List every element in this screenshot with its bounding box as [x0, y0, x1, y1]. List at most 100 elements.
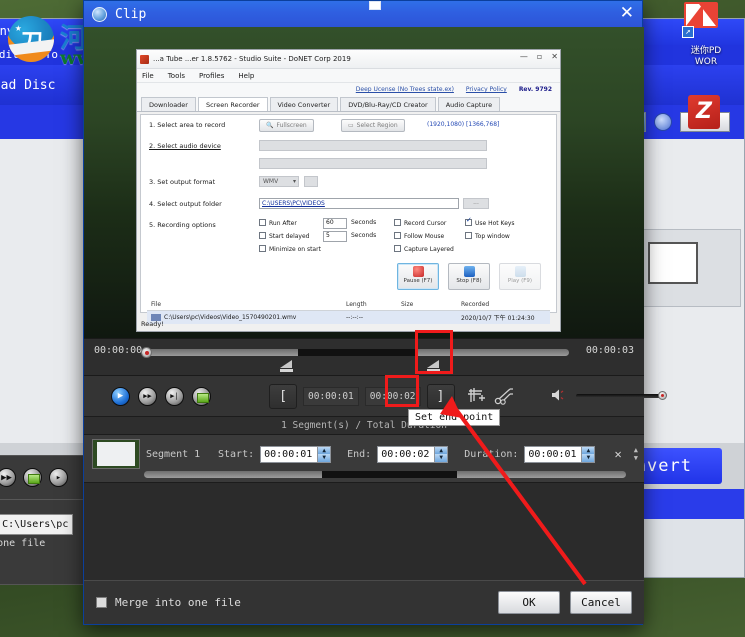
screen-dimensions-label: (1920,1080) [1366,768] — [427, 121, 500, 128]
desktop-icon-gmail[interactable]: ↗ — [666, 2, 736, 38]
set-end-point-button[interactable]: ] — [426, 383, 455, 409]
cancel-button[interactable]: Cancel — [570, 591, 632, 614]
restore-marker-icon — [369, 1, 381, 10]
next-frame-icon[interactable]: ▸ — [49, 468, 68, 487]
segment-range-fill — [322, 471, 458, 478]
tab-dvd-creator: DVD/Blu-Ray/CD Creator — [340, 97, 436, 111]
segment-thumbnail — [92, 439, 140, 469]
location-path[interactable]: C:\Users\pc — [0, 514, 74, 535]
segment-start-input[interactable] — [261, 446, 318, 462]
volume-slider[interactable] — [575, 391, 667, 400]
recorded-app-icon — [140, 54, 149, 64]
segment-name: Segment 1 — [146, 448, 201, 460]
list-item[interactable]: Segment 1 Start: ▲▼ End: ▲▼ Duration: ▲▼… — [84, 435, 644, 469]
stepper-down-icon: ▼ — [435, 454, 448, 462]
video-preview[interactable]: ...a Tube ...er 1.8.5762 - Studio Suite … — [84, 27, 644, 338]
desktop-icons: ↗ 迷你PD WOR Z — [630, 0, 745, 300]
file-list-header: File Length Size Recorded — [147, 299, 550, 311]
column-recorded: Recorded — [461, 301, 490, 308]
segment-list[interactable]: Segment 1 Start: ▲▼ End: ▲▼ Duration: ▲▼… — [84, 435, 644, 483]
clip-dialog[interactable]: Clip ✕ ...a Tube ...er 1.8.5762 - Studio… — [83, 0, 667, 625]
maximize-icon: ▫ — [536, 52, 543, 61]
recorded-app-titlebar: ...a Tube ...er 1.8.5762 - Studio Suite … — [137, 50, 560, 69]
option-capture-layered: Capture Layered — [394, 245, 454, 253]
recorded-app-body: 1. Select area to record 🔍 Fullscreen ▭ … — [140, 114, 557, 324]
fast-forward-icon[interactable]: ▶▶ — [0, 468, 16, 487]
snapshot-icon[interactable] — [192, 386, 211, 406]
volume-controls[interactable] — [551, 387, 667, 406]
recorded-app-status: Ready! — [141, 320, 164, 328]
stepper-arrows[interactable]: ▲ ▼ — [434, 446, 448, 462]
fast-forward-icon[interactable]: ▶▶ — [138, 386, 157, 406]
output-folder-browse-button: ... — [463, 198, 489, 209]
menu-item-file: File — [142, 72, 154, 80]
start-time-field[interactable]: 00:00:01 — [303, 386, 359, 406]
step5-label: 5. Recording options — [149, 221, 216, 229]
stepper-arrows[interactable]: ▲ ▼ — [317, 446, 331, 462]
column-size: Size — [401, 301, 414, 308]
stepper-arrows[interactable]: ▲ ▼ — [581, 446, 595, 462]
table-row: C:\Users\pc\Videos\Video_1570490201.wmv … — [147, 311, 550, 324]
timeline-start-marker[interactable] — [280, 360, 294, 373]
segment-start-label: Start: — [218, 448, 255, 460]
timeline-playhead[interactable] — [141, 347, 152, 358]
dialog-actions[interactable]: OK Cancel — [488, 591, 632, 614]
segment-duration-stepper[interactable]: ▲▼ — [524, 445, 596, 463]
privacy-policy-link: Privacy Policy — [465, 86, 507, 93]
next-frame-icon[interactable]: ▶| — [165, 386, 184, 406]
segment-start-stepper[interactable]: ▲▼ — [260, 445, 332, 463]
output-format-select: WMV ▾ — [259, 176, 299, 187]
clip-dialog-titlebar: Clip ✕ — [84, 1, 642, 27]
zip-icon: Z — [688, 95, 722, 129]
stop-record-button: Stop (F8) — [448, 263, 490, 290]
option-top-window: Top window — [465, 232, 510, 240]
play-icon[interactable]: ▶ — [111, 386, 130, 406]
speaker-icon[interactable] — [551, 387, 568, 406]
select-region-button: ▭ Select Region — [341, 119, 405, 132]
recorded-app-menubar: File Tools Profiles Help — [137, 69, 560, 83]
start-delayed-seconds-input: 5 — [323, 231, 347, 242]
background-player-location-row: ion: C:\Users\pc into one file — [0, 500, 89, 552]
merge-into-one-file-checkbox[interactable] — [96, 597, 107, 608]
background-player-controls[interactable]: ▶ ▶▶ ▸ — [0, 456, 89, 487]
record-stop-icon[interactable] — [23, 468, 42, 487]
timeline-start-time: 00:00:00 — [94, 345, 143, 356]
segment-delete-icon[interactable]: ✕ — [615, 447, 622, 461]
background-player-panel: ▶ ▶▶ ▸ ion: C:\Users\pc into one file — [0, 455, 90, 585]
pause-record-button: Pause (F7) — [397, 263, 439, 290]
volume-knob[interactable] — [657, 391, 667, 400]
step4-label: 4. Select output folder — [149, 200, 222, 208]
clip-empty-area — [84, 483, 644, 582]
clip-timeline[interactable]: 00:00:00 00:00:03 — [84, 338, 644, 376]
menu-item-tools[interactable]: To — [45, 48, 58, 62]
playback-controls[interactable]: ▶ ▶▶ ▶| — [84, 386, 211, 406]
clip-controls-bar[interactable]: ▶ ▶▶ ▶| [ 00:00:01 00:00:02 ] — [84, 376, 667, 417]
option-start-delayed: Start delayed — [259, 232, 309, 240]
segment-duration-input[interactable] — [525, 446, 582, 462]
annotation-box-set-end-button — [385, 375, 419, 407]
segment-end-stepper[interactable]: ▲▼ — [377, 445, 449, 463]
segment-reorder-controls[interactable]: ▲ ▼ — [634, 446, 638, 462]
tab-downloader: Downloader — [141, 97, 196, 111]
region-icon: ▭ — [348, 122, 354, 129]
tab-audio-capture: Audio Capture — [437, 97, 501, 111]
segment-end-label: End: — [347, 448, 372, 460]
crop-add-icon[interactable] — [467, 387, 488, 406]
close-icon[interactable]: ✕ — [620, 3, 634, 23]
timeline-track[interactable] — [146, 349, 569, 356]
annotation-box-end-marker — [415, 330, 453, 374]
segment-end-input[interactable] — [378, 446, 435, 462]
segment-range-bar[interactable] — [144, 471, 626, 478]
set-start-point-button[interactable]: [ — [269, 383, 297, 409]
recorded-app-tabs: Downloader Screen Recorder Video Convert… — [137, 97, 560, 112]
revision-label: Rev. 9792 — [518, 86, 552, 93]
ok-button[interactable]: OK — [498, 591, 560, 614]
scissors-cut-icon[interactable] — [494, 387, 515, 406]
menu-item-edit[interactable]: Edit — [0, 48, 19, 62]
clip-dialog-footer[interactable]: Merge into one file OK Cancel — [84, 580, 644, 624]
recorded-window-buttons: — ▫ ✕ — [520, 52, 558, 61]
load-disc-button[interactable]: Load Disc — [0, 78, 55, 93]
desktop-icon-pdf-to-word[interactable]: 迷你PD WOR — [670, 46, 742, 68]
menu-item-help: Help — [238, 72, 255, 80]
desktop-icon-zip[interactable]: Z — [670, 95, 740, 129]
